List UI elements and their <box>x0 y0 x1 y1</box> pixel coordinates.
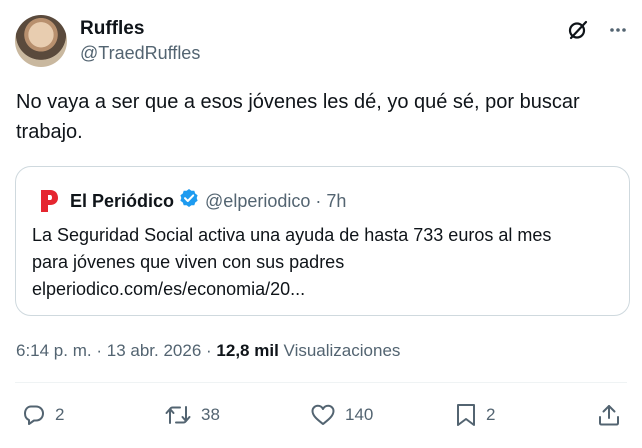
share-icon <box>597 403 621 427</box>
quoted-author-name[interactable]: El Periódico <box>70 190 174 212</box>
author-name[interactable]: Ruffles <box>80 17 200 40</box>
quoted-author-handle[interactable]: @elperiodico <box>205 190 310 212</box>
el-periodico-logo-icon[interactable] <box>38 189 60 212</box>
views-label: Visualizaciones <box>283 341 401 360</box>
reply-icon <box>22 403 46 427</box>
quoted-text-line-1: La Seguridad Social activa una ayuda de … <box>32 225 552 245</box>
tweet-date[interactable]: 13 abr. 2026 <box>107 341 202 360</box>
repost-icon <box>164 403 192 427</box>
reply-button[interactable]: 2 <box>22 398 64 432</box>
like-count: 140 <box>345 405 374 424</box>
bookmark-button[interactable]: 2 <box>455 398 495 432</box>
quoted-text-line-2: para jóvenes que viven con sus padres <box>32 252 345 272</box>
meta-separator: · <box>206 341 212 360</box>
bookmark-icon <box>455 403 477 427</box>
avatar[interactable] <box>15 15 67 67</box>
views-count: 12,8 mil <box>216 341 279 360</box>
tweet-text: No vaya a ser que a esos jóvenes les dé,… <box>16 91 580 143</box>
reply-count: 2 <box>55 405 65 424</box>
tweet-top-actions <box>566 18 628 42</box>
grok-icon[interactable] <box>566 18 590 42</box>
repost-button[interactable]: 38 <box>164 398 220 432</box>
like-icon <box>310 403 336 427</box>
quoted-tweet-header: El Periódico @elperiodico · 7h <box>38 188 346 213</box>
verified-badge-icon <box>179 188 199 213</box>
author-block[interactable]: Ruffles @TraedRuffles <box>80 17 200 65</box>
tweet-meta: 6:14 p. m. · 13 abr. 2026 · 12,8 mil Vis… <box>16 340 400 362</box>
meta-separator: · <box>96 341 103 360</box>
quoted-tweet[interactable]: El Periódico @elperiodico · 7h La Seguri… <box>15 166 630 316</box>
author-handle[interactable]: @TraedRuffles <box>80 42 200 65</box>
tweet-time[interactable]: 6:14 p. m. <box>16 341 92 360</box>
bookmark-count: 2 <box>486 405 496 424</box>
more-icon[interactable] <box>608 20 628 40</box>
quoted-tweet-time[interactable]: · 7h <box>315 190 346 212</box>
tweet-actions-bar: 2 38 140 2 <box>0 398 642 432</box>
divider <box>15 382 627 383</box>
repost-count: 38 <box>201 405 220 424</box>
like-button[interactable]: 140 <box>310 398 373 432</box>
quoted-tweet-text: La Seguridad Social activa una ayuda de … <box>32 222 622 303</box>
share-button[interactable] <box>597 398 621 432</box>
quoted-text-link: elperiodico.com/es/economia/20... <box>32 279 306 299</box>
